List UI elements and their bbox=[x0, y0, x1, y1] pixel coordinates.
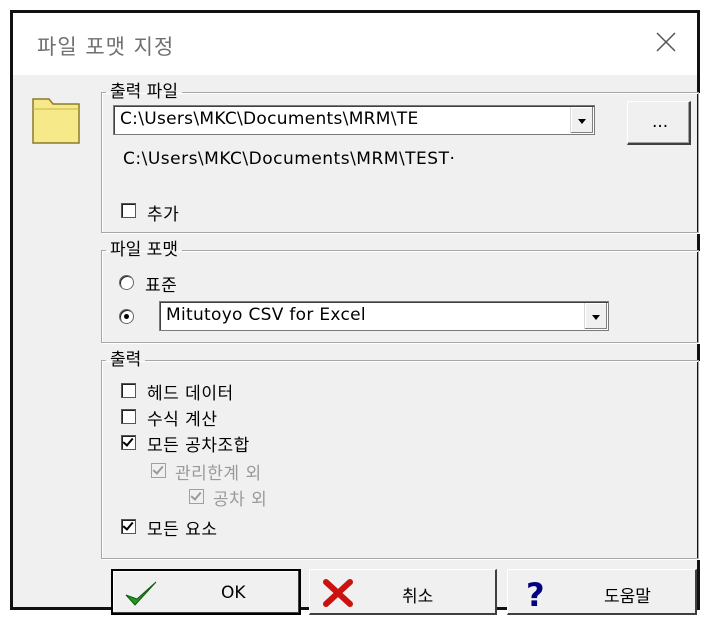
browse-button[interactable]: ... bbox=[627, 101, 691, 145]
out-of-tolerance-checkbox[interactable] bbox=[189, 489, 204, 504]
svg-text:?: ? bbox=[526, 578, 545, 608]
formula-calc-checkbox[interactable] bbox=[121, 409, 136, 424]
ok-button-label: OK bbox=[221, 583, 246, 603]
green-check-icon bbox=[125, 581, 157, 606]
out-of-tolerance-label: 공차 외 bbox=[213, 490, 268, 510]
out-of-control-limit-checkbox[interactable] bbox=[151, 463, 166, 478]
format-combo-value: Mitutoyo CSV for Excel bbox=[166, 305, 366, 325]
output-file-combo[interactable]: C:\Users\MKC\Documents\MRM\TE bbox=[113, 105, 595, 135]
chevron-down-icon bbox=[592, 314, 600, 320]
head-data-checkbox[interactable] bbox=[121, 383, 136, 398]
all-elements-checkbox[interactable] bbox=[121, 519, 136, 534]
folder-icon bbox=[32, 98, 80, 144]
chevron-down-icon bbox=[578, 118, 586, 124]
format-combo[interactable]: Mitutoyo CSV for Excel bbox=[159, 301, 609, 331]
close-icon[interactable] bbox=[653, 29, 679, 55]
ok-button[interactable]: OK bbox=[111, 569, 301, 615]
output-file-path: C:\Users\MKC\Documents\MRM\TEST· bbox=[123, 149, 456, 169]
file-format-legend: 파일 포맷 bbox=[110, 240, 178, 260]
head-data-label: 헤드 데이터 bbox=[147, 384, 234, 404]
all-tolerance-combos-label: 모든 공차조합 bbox=[147, 436, 250, 456]
formula-calc-label: 수식 계산 bbox=[147, 410, 218, 430]
output-legend: 출력 bbox=[110, 350, 142, 370]
browse-button-label: ... bbox=[652, 112, 669, 132]
question-mark-icon: ? bbox=[526, 578, 545, 608]
all-elements-label: 모든 요소 bbox=[147, 520, 218, 540]
output-file-dropdown-button[interactable] bbox=[570, 107, 593, 133]
all-tolerance-combos-checkbox[interactable] bbox=[121, 435, 136, 450]
help-button-label: 도움말 bbox=[604, 587, 651, 607]
standard-format-label: 표준 bbox=[145, 276, 178, 296]
file-format-dialog: 파일 포맷 지정 출력 파일 C:\Users\MKC\Documents\MR… bbox=[10, 10, 700, 615]
output-file-legend: 출력 파일 bbox=[110, 82, 178, 102]
standard-format-radio[interactable] bbox=[119, 275, 134, 290]
out-of-control-limit-label: 관리한계 외 bbox=[175, 464, 262, 484]
title-bar: 파일 포맷 지정 bbox=[13, 13, 697, 75]
window-title: 파일 포맷 지정 bbox=[37, 35, 175, 59]
append-checkbox[interactable] bbox=[121, 203, 136, 218]
help-button[interactable]: ? 도움말 bbox=[507, 569, 697, 615]
output-file-combo-value: C:\Users\MKC\Documents\MRM\TE bbox=[120, 109, 419, 129]
cancel-button-label: 취소 bbox=[402, 587, 434, 607]
red-x-icon bbox=[323, 579, 353, 607]
cancel-button[interactable]: 취소 bbox=[309, 569, 497, 615]
custom-format-radio[interactable] bbox=[119, 309, 134, 324]
append-label: 추가 bbox=[147, 205, 180, 225]
format-dropdown-button[interactable] bbox=[584, 303, 607, 329]
